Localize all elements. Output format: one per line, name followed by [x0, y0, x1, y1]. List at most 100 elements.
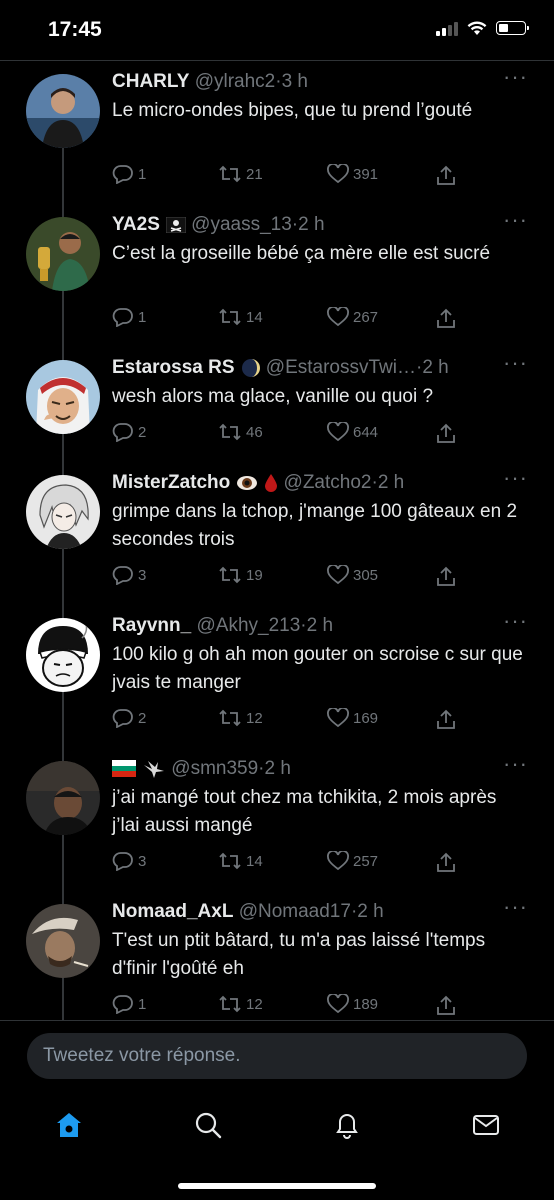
more-options-icon[interactable]: ···: [503, 467, 528, 489]
tweet-timestamp[interactable]: 3 h: [282, 71, 308, 92]
share-button[interactable]: [435, 164, 457, 186]
tweet[interactable]: YA2S @yaass_13·2 h C’est la groseille bé…: [0, 207, 554, 350]
reply-button[interactable]: 1: [112, 164, 146, 184]
avatar[interactable]: [26, 360, 100, 434]
tweet[interactable]: Nomaad_AxL @Nomaad17·2 h T'est un ptit b…: [0, 894, 554, 1020]
tweet-author-name[interactable]: Estarossa RS: [112, 357, 235, 378]
tweet-author-handle[interactable]: @Nomaad17: [239, 901, 351, 922]
more-options-icon[interactable]: ···: [503, 209, 528, 231]
reply-icon: [112, 165, 133, 184]
retweet-button[interactable]: 46: [218, 422, 263, 442]
notifications-icon[interactable]: [332, 1110, 362, 1140]
tweet-timestamp[interactable]: 2 h: [378, 472, 404, 493]
like-button[interactable]: 267: [327, 307, 378, 327]
like-button[interactable]: 257: [327, 851, 378, 871]
share-button[interactable]: [435, 994, 457, 1016]
share-button[interactable]: [435, 708, 457, 730]
heart-icon: [327, 307, 349, 327]
like-count: 644: [353, 423, 379, 441]
tweet-timestamp[interactable]: 2 h: [357, 901, 383, 922]
tweet-timestamp[interactable]: 2 h: [422, 357, 448, 378]
like-count: 169: [353, 709, 379, 727]
like-count: 305: [353, 566, 379, 584]
search-icon[interactable]: [193, 1110, 223, 1140]
reply-button[interactable]: 2: [112, 708, 146, 728]
wifi-icon: [467, 20, 487, 35]
reply-composer: [0, 1020, 554, 1094]
tweet-author-name[interactable]: CHARLY: [112, 71, 189, 92]
retweet-button[interactable]: 19: [218, 565, 263, 585]
reply-button[interactable]: 2: [112, 422, 146, 442]
more-options-icon[interactable]: ···: [503, 896, 528, 918]
like-button[interactable]: 305: [327, 565, 378, 585]
retweet-button[interactable]: 21: [218, 164, 263, 184]
tweet[interactable]: @smn359·2 h j’ai mangé tout chez ma tchi…: [0, 751, 554, 894]
reply-icon: [112, 852, 133, 871]
tweet-text: grimpe dans la tchop, j'mange 100 gâteau…: [112, 501, 518, 550]
reply-icon: [112, 995, 133, 1014]
reply-count: 3: [138, 852, 147, 870]
like-button[interactable]: 189: [327, 994, 378, 1014]
tweet-timestamp[interactable]: 2 h: [307, 615, 333, 636]
tweet-timestamp[interactable]: 2 h: [265, 758, 291, 779]
tweet[interactable]: MisterZatcho @Zatcho2·2 h grimpe dans la…: [0, 465, 554, 608]
avatar[interactable]: [26, 761, 100, 835]
home-indicator[interactable]: [178, 1183, 376, 1189]
retweet-icon: [219, 308, 241, 326]
share-button[interactable]: [435, 565, 457, 587]
home-icon[interactable]: [54, 1110, 84, 1140]
more-options-icon[interactable]: ···: [503, 610, 528, 632]
share-button[interactable]: [435, 851, 457, 873]
avatar[interactable]: [26, 618, 100, 692]
moon-icon: [241, 358, 260, 377]
tweet-author-handle[interactable]: @smn359: [171, 758, 258, 779]
blood-drop-icon: [265, 473, 278, 492]
reply-button[interactable]: 1: [112, 994, 146, 1014]
tweet-author-name[interactable]: Nomaad_AxL: [112, 901, 233, 922]
reply-count: 2: [138, 709, 147, 727]
tweet-actions: 3 14 257: [112, 851, 472, 873]
share-icon: [437, 308, 455, 328]
messages-icon[interactable]: [471, 1110, 501, 1140]
tweet-author-name[interactable]: MisterZatcho: [112, 472, 230, 493]
retweet-button[interactable]: 14: [218, 851, 263, 871]
retweet-button[interactable]: 12: [218, 708, 263, 728]
reply-button[interactable]: 1: [112, 307, 146, 327]
more-options-icon[interactable]: ···: [503, 66, 528, 88]
reply-button[interactable]: 3: [112, 565, 146, 585]
heart-icon: [327, 708, 349, 728]
heart-icon: [327, 164, 349, 184]
retweet-button[interactable]: 14: [218, 307, 263, 327]
tweet-timestamp[interactable]: 2 h: [298, 214, 324, 235]
heart-icon: [327, 422, 349, 442]
like-button[interactable]: 391: [327, 164, 378, 184]
tweet[interactable]: Rayvnn_ @Akhy_213·2 h 100 kilo g oh ah m…: [0, 608, 554, 751]
share-button[interactable]: [435, 422, 457, 444]
tweet-author-handle[interactable]: @yaass_13: [191, 214, 292, 235]
like-count: 257: [353, 852, 379, 870]
tweet-author-name[interactable]: YA2S: [112, 214, 160, 235]
reply-icon: [112, 709, 133, 728]
retweet-button[interactable]: 12: [218, 994, 263, 1014]
reply-thread[interactable]: CHARLY @ylrahc2·3 h Le micro-ondes bipes…: [0, 62, 554, 1020]
like-count: 391: [353, 165, 379, 183]
reply-input[interactable]: [27, 1033, 527, 1079]
like-button[interactable]: 169: [327, 708, 378, 728]
avatar[interactable]: [26, 904, 100, 978]
more-options-icon[interactable]: ···: [503, 753, 528, 775]
tweet-author-handle[interactable]: @Zatcho2: [284, 472, 372, 493]
tweet[interactable]: CHARLY @ylrahc2·3 h Le micro-ondes bipes…: [0, 64, 554, 207]
avatar[interactable]: [26, 475, 100, 549]
reply-count: 1: [138, 165, 147, 183]
avatar[interactable]: [26, 74, 100, 148]
bulgaria-flag-icon: [112, 760, 136, 778]
tweet-author-name[interactable]: Rayvnn_: [112, 615, 191, 636]
tweet-author-handle[interactable]: @EstarossvTwi…: [266, 357, 416, 378]
like-button[interactable]: 644: [327, 422, 378, 442]
tweet-author-handle[interactable]: @Akhy_213: [196, 615, 300, 636]
more-options-icon[interactable]: ···: [503, 352, 528, 374]
tweet-author-handle[interactable]: @ylrahc2: [195, 71, 276, 92]
reply-button[interactable]: 3: [112, 851, 146, 871]
avatar[interactable]: [26, 217, 100, 291]
share-button[interactable]: [435, 307, 457, 329]
